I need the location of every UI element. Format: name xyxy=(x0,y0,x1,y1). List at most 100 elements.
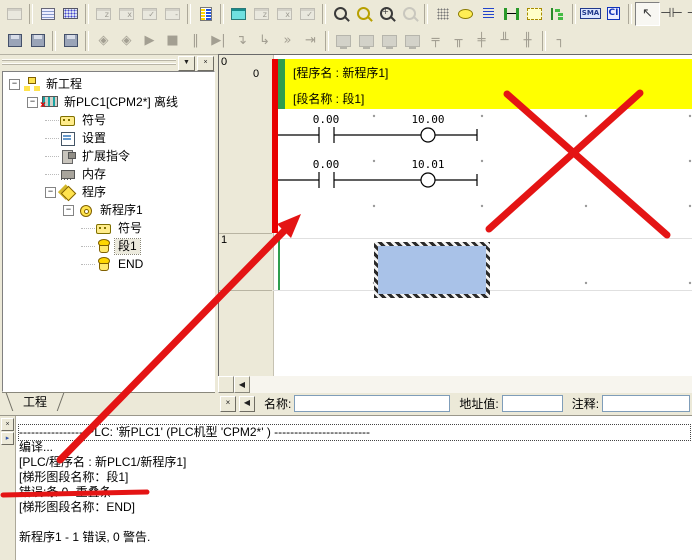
new-closed-contact-button[interactable]: ⊣/ xyxy=(683,3,692,25)
contact-0[interactable] xyxy=(319,127,334,143)
scan-run-button[interactable]: ⇥ xyxy=(299,30,322,52)
tree-expander[interactable]: − xyxy=(9,79,20,90)
info-bar-close-button[interactable]: × xyxy=(220,396,236,412)
output-line[interactable]: 新程序1 - 1 错误, 0 警告. xyxy=(19,530,690,545)
download-to-plc-button[interactable]: z xyxy=(92,3,115,25)
sma-library-button[interactable]: SMA xyxy=(579,3,602,25)
tree-expander[interactable]: − xyxy=(27,97,38,108)
ci-button[interactable]: CI xyxy=(602,3,625,25)
contact-1[interactable] xyxy=(319,172,334,188)
panel-close-button[interactable]: × xyxy=(197,56,214,71)
panel-dropdown-button[interactable]: ▼ xyxy=(178,56,195,71)
transfer-settings-button[interactable] xyxy=(59,3,82,25)
window-tool-button[interactable] xyxy=(3,3,26,25)
tree-item-programs[interactable]: −程序 xyxy=(3,183,214,201)
pause-button[interactable]: ‖ xyxy=(184,30,207,52)
tree-item-new-program1[interactable]: −新程序1 xyxy=(3,201,214,219)
partial-transfer-button[interactable]: - xyxy=(161,3,184,25)
zoom-out-button[interactable] xyxy=(398,3,421,25)
output-line[interactable]: 编译... xyxy=(19,440,690,455)
compile-program-button[interactable] xyxy=(36,3,59,25)
selection-mode-button[interactable]: ↖ xyxy=(635,2,660,26)
scroll-left-button[interactable]: ◀ xyxy=(234,376,250,393)
show-comments-button[interactable] xyxy=(454,3,477,25)
address-label: 地址值: xyxy=(459,395,498,412)
output-line[interactable] xyxy=(19,515,690,530)
run-mode-button[interactable]: ▶ xyxy=(138,30,161,52)
tree-item-end[interactable]: END xyxy=(3,255,214,273)
new-contact-button[interactable]: ⊣⊢ xyxy=(660,3,683,25)
work-online-button[interactable]: ◈ xyxy=(92,30,115,52)
output-window-button[interactable]: z xyxy=(250,3,273,25)
selected-cell[interactable] xyxy=(374,242,490,298)
force-reset-button[interactable]: ╨ xyxy=(493,30,516,52)
output-line[interactable]: [PLC/程序名 : 新PLC1/新程序1] xyxy=(19,455,690,470)
tree-expander[interactable]: − xyxy=(63,205,74,216)
step-into-button[interactable]: ↴ xyxy=(230,30,253,52)
show-program-info-button[interactable] xyxy=(523,3,546,25)
upload-from-plc-button[interactable]: x xyxy=(115,3,138,25)
monitor-window-2-button[interactable] xyxy=(355,30,378,52)
tree-guide-line xyxy=(45,138,59,139)
tree-item-symbols[interactable]: 符号 xyxy=(3,111,214,129)
section-list-button[interactable] xyxy=(194,3,217,25)
step-run-button[interactable]: ▶| xyxy=(207,30,230,52)
watch-window-button[interactable] xyxy=(227,3,250,25)
ladder-canvas[interactable]: 0 0 1 [程序名 : 新程序1] [段名称 : 段1] xyxy=(218,54,692,376)
monitor-window-4-button[interactable] xyxy=(401,30,424,52)
toolbar-separator xyxy=(542,31,546,51)
project-panel-header: ▼ × xyxy=(2,56,214,70)
show-rung-comments-button[interactable] xyxy=(477,3,500,25)
comment-input[interactable] xyxy=(602,395,690,412)
output-text-area[interactable]: ---------------- PLC: '新PLC1' (PLC机型 'CP… xyxy=(16,416,692,560)
monitor-window-3-button[interactable] xyxy=(378,30,401,52)
pulse-monitor-button[interactable]: ╥ xyxy=(447,30,470,52)
force-set-button[interactable]: ╪ xyxy=(470,30,493,52)
force-cancel-button[interactable]: ╫ xyxy=(516,30,539,52)
transfer-to-plc-button[interactable] xyxy=(3,30,26,52)
tab-project[interactable]: 工程 xyxy=(6,393,64,412)
tree-item-program-symbols[interactable]: 符号 xyxy=(3,219,214,237)
tree-item-section1[interactable]: 段1 xyxy=(3,237,214,255)
tree-item-memory[interactable]: 内存 xyxy=(3,165,214,183)
compare-with-plc-button[interactable]: ✓ xyxy=(138,3,161,25)
output-close-button[interactable]: × xyxy=(1,418,14,431)
output-line[interactable]: ---------------- PLC: '新PLC1' (PLC机型 'CP… xyxy=(19,425,690,440)
grid-toggle-button[interactable] xyxy=(431,3,454,25)
coil-1[interactable] xyxy=(421,173,435,187)
transfer-from-plc-button[interactable] xyxy=(26,30,49,52)
zoom-to-selection-button[interactable] xyxy=(352,3,375,25)
coil-0[interactable] xyxy=(421,128,435,142)
step-out-button[interactable]: ↳ xyxy=(253,30,276,52)
info-bar-back-button[interactable]: ◀ xyxy=(239,396,255,412)
cross-reference-window-button[interactable]: x xyxy=(273,3,296,25)
auto-online-button[interactable]: ◈ xyxy=(115,30,138,52)
verify-with-plc-button[interactable] xyxy=(59,30,82,52)
address-reference-window-button[interactable]: ✓ xyxy=(296,3,319,25)
monitor-window-1-button[interactable] xyxy=(332,30,355,52)
name-input[interactable] xyxy=(294,395,450,412)
toggle-project-tree-button[interactable] xyxy=(546,3,569,25)
zoom-100-button[interactable]: + xyxy=(375,3,398,25)
tree-item-new-plc1[interactable]: −新PLC1[CPM2*] 离线 xyxy=(3,93,214,111)
output-next-error-button[interactable]: ▸ xyxy=(1,432,14,445)
panel-drag-grip[interactable] xyxy=(2,59,176,67)
contact-0-address: 0.00 xyxy=(313,113,340,126)
tree-item-settings[interactable]: 设置 xyxy=(3,129,214,147)
output-line[interactable]: 错误:条 0 -重叠条 xyxy=(19,485,690,500)
tree-item-new-project[interactable]: −新工程 xyxy=(3,75,214,93)
output-line[interactable]: [梯形图段名称：段1] xyxy=(19,470,690,485)
zoom-in-button[interactable] xyxy=(329,3,352,25)
monitor-grid-button[interactable] xyxy=(500,3,523,25)
cx-programmer-window: zx✓-zx✓+SMACI↖⊣⊢⊣/ ◈◈▶■‖▶|↴↳»⇥╤╥╪╨╫┐ ▼ ×… xyxy=(0,0,692,560)
tree-expander[interactable]: − xyxy=(45,187,56,198)
differential-monitor-button[interactable]: ╤ xyxy=(424,30,447,52)
address-input[interactable] xyxy=(502,395,563,412)
stop-mode-button[interactable]: ■ xyxy=(161,30,184,52)
vertical-connector-button[interactable]: ┐ xyxy=(549,30,572,52)
project-tree: −新工程−新PLC1[CPM2*] 离线符号设置扩展指令内存−程序−新程序1符号… xyxy=(2,71,215,392)
output-line[interactable]: [梯形图段名称：END] xyxy=(19,500,690,515)
tree-item-expansion-instructions[interactable]: 扩展指令 xyxy=(3,147,214,165)
continuous-step-button[interactable]: » xyxy=(276,30,299,52)
scrollbar-track[interactable] xyxy=(250,376,692,393)
